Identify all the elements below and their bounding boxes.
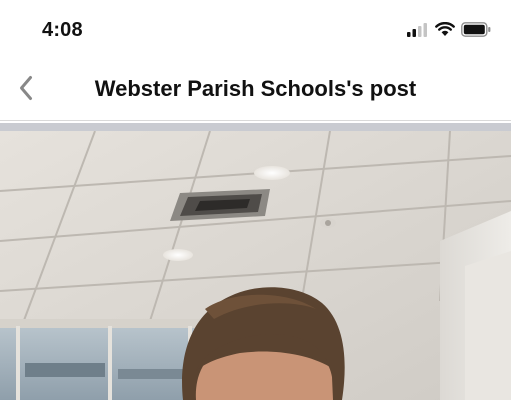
page-title: Webster Parish Schools's post (94, 76, 417, 101)
post-photo[interactable] (0, 131, 511, 400)
status-time: 4:08 (42, 19, 83, 41)
separator-band (0, 123, 511, 131)
status-icons (407, 21, 491, 42)
navigation-bar: Webster Parish Schools's post (0, 64, 511, 118)
cellular-signal-icon (407, 22, 429, 42)
status-bar: 4:08 (0, 0, 511, 64)
wifi-icon (435, 21, 455, 42)
header-divider (0, 120, 511, 121)
battery-icon (461, 22, 491, 42)
